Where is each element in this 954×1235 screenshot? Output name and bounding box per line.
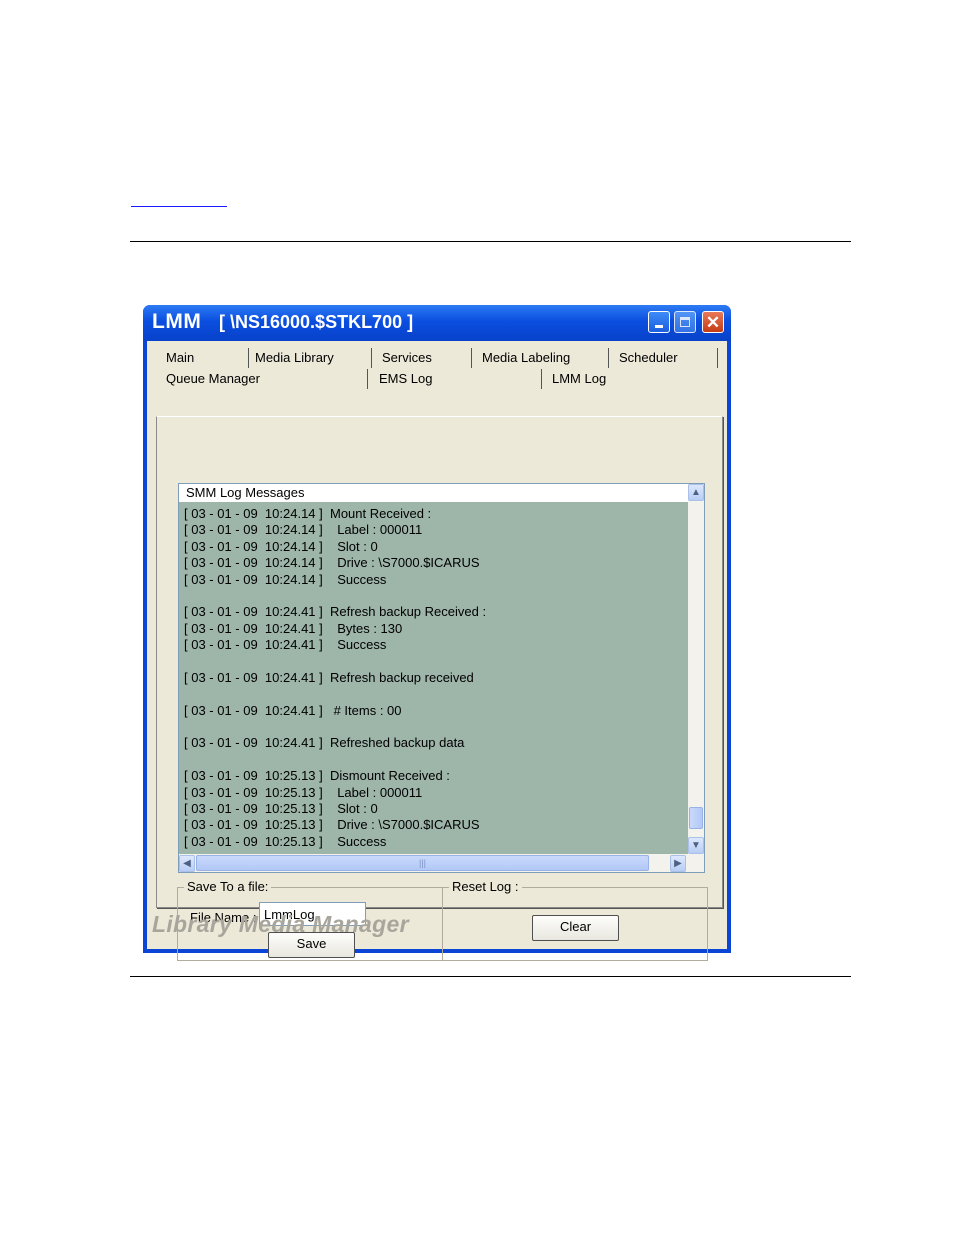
tab-ems-log[interactable]: EMS Log bbox=[374, 369, 542, 389]
scroll-right-button[interactable]: ▶ bbox=[670, 855, 686, 872]
log-header: SMM Log Messages bbox=[179, 484, 688, 502]
log-line: [ 03 - 01 - 09 10:25.13 ] Dismount Recei… bbox=[184, 768, 450, 784]
chevron-down-icon: ▼ bbox=[691, 840, 701, 851]
vertical-scrollbar[interactable]: ▲ ▼ bbox=[688, 484, 704, 854]
chevron-right-icon: ▶ bbox=[674, 858, 682, 869]
log-line: [ 03 - 01 - 09 10:24.41 ] Bytes : 130 bbox=[184, 620, 403, 636]
log-line: [ 03 - 01 - 09 10:24.14 ] Mount Received… bbox=[184, 506, 432, 521]
close-button[interactable]: ✕ bbox=[702, 311, 724, 333]
log-list[interactable]: SMM Log Messages [ 03 - 01 - 09 10:24.14… bbox=[178, 483, 705, 873]
log-line: [ 03 - 01 - 09 10:24.41 ] Success bbox=[184, 637, 387, 653]
log-line: [ 03 - 01 - 09 10:24.41 ] # Items : 00 bbox=[184, 702, 402, 718]
document-link[interactable] bbox=[131, 196, 227, 207]
bottom-divider bbox=[130, 976, 851, 977]
reset-log-group: Reset Log : Clear bbox=[442, 879, 708, 961]
chevron-left-icon: ◀ bbox=[183, 858, 191, 869]
horizontal-scrollbar[interactable]: ◀ ||| ▶ bbox=[179, 854, 704, 872]
log-line: [ 03 - 01 - 09 10:25.13 ] Label : 000011 bbox=[184, 784, 423, 800]
window-path: [ \NS16000.$STKL700 ] bbox=[219, 312, 414, 332]
log-line: [ 03 - 01 - 09 10:24.41 ] Refreshed back… bbox=[184, 735, 465, 751]
maximize-button[interactable] bbox=[674, 311, 696, 333]
window-app-name: LMM bbox=[152, 310, 202, 333]
log-line: [ 03 - 01 - 09 10:24.14 ] Drive : \S7000… bbox=[184, 555, 480, 571]
scroll-left-button[interactable]: ◀ bbox=[179, 855, 195, 872]
clear-button[interactable]: Clear bbox=[532, 915, 619, 941]
tab-lmm-log[interactable]: LMM Log bbox=[542, 369, 722, 389]
brand-footer: Library Media Manager bbox=[152, 911, 409, 937]
log-line: [ 03 - 01 - 09 10:24.14 ] Label : 000011 bbox=[184, 522, 423, 538]
grip-icon: ||| bbox=[418, 858, 426, 868]
log-line: [ 03 - 01 - 09 10:24.14 ] Slot : 0 bbox=[184, 538, 378, 554]
tab-scheduler[interactable]: Scheduler bbox=[614, 348, 718, 368]
minimize-button[interactable] bbox=[648, 311, 670, 333]
log-line: [ 03 - 01 - 09 10:24.14 ] Success bbox=[184, 571, 387, 587]
tab-queue-manager[interactable]: Queue Manager bbox=[161, 369, 368, 389]
window-client-area: Main Media Library Services Media Labeli… bbox=[147, 341, 727, 961]
vertical-scroll-thumb[interactable] bbox=[689, 807, 703, 829]
scroll-down-button[interactable]: ▼ bbox=[688, 837, 704, 854]
log-line: [ 03 - 01 - 09 10:25.13 ] Slot : 0 bbox=[184, 801, 378, 817]
log-line: [ 03 - 01 - 09 10:25.13 ] Success bbox=[184, 833, 387, 849]
log-line: [ 03 - 01 - 09 10:24.41 ] Refresh backup… bbox=[184, 604, 487, 620]
lmm-log-panel: SMM Log Messages [ 03 - 01 - 09 10:24.14… bbox=[156, 416, 723, 961]
save-group-label: Save To a file: bbox=[184, 879, 272, 895]
top-divider bbox=[130, 241, 851, 242]
chevron-up-icon: ▲ bbox=[691, 487, 701, 498]
horizontal-scroll-thumb[interactable]: ||| bbox=[196, 855, 649, 871]
minimize-icon bbox=[655, 324, 663, 328]
tab-main[interactable]: Main bbox=[161, 348, 249, 368]
lmm-window: LMM [ \NS16000.$STKL700 ] ✕ Main Media L… bbox=[143, 305, 731, 961]
log-line: [ 03 - 01 - 09 10:25.13 ] Drive : \S7000… bbox=[184, 817, 480, 833]
maximize-icon bbox=[680, 317, 690, 327]
reset-group-label: Reset Log : bbox=[449, 879, 522, 895]
log-messages: [ 03 - 01 - 09 10:24.14 ] Mount Received… bbox=[179, 502, 688, 854]
close-icon: ✕ bbox=[705, 312, 721, 332]
tab-media-labeling[interactable]: Media Labeling bbox=[477, 348, 609, 368]
tab-services[interactable]: Services bbox=[377, 348, 472, 368]
log-line: [ 03 - 01 - 09 10:24.41 ] Refresh backup… bbox=[184, 669, 474, 685]
scroll-up-button[interactable]: ▲ bbox=[688, 484, 704, 501]
tab-media-library[interactable]: Media Library bbox=[250, 348, 372, 368]
title-bar[interactable]: LMM [ \NS16000.$STKL700 ] ✕ bbox=[143, 305, 731, 341]
